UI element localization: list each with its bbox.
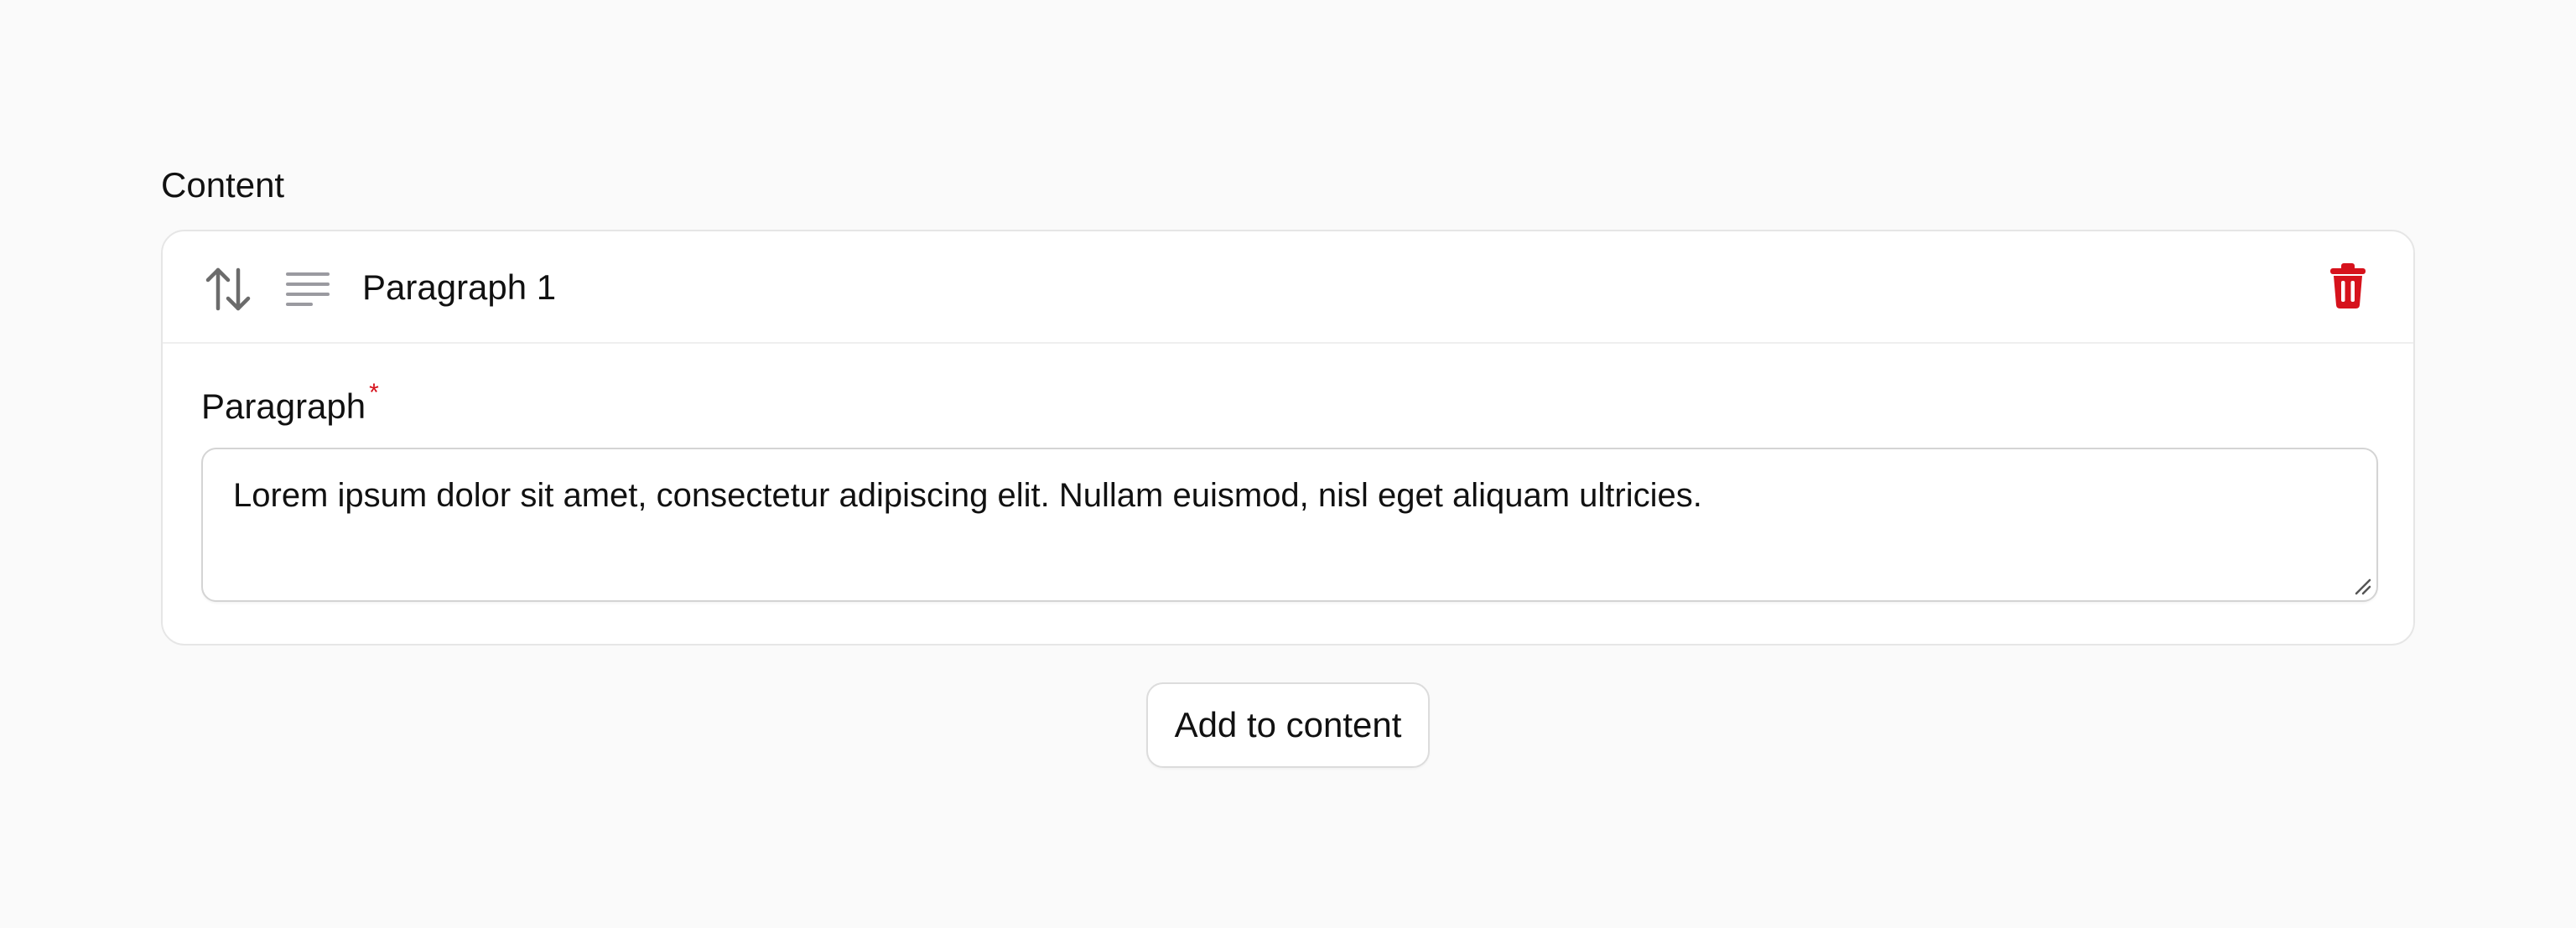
block-header: Paragraph 1 <box>163 231 2413 344</box>
delete-block-button[interactable] <box>2323 262 2373 312</box>
arrows-up-down-icon[interactable] <box>205 267 252 312</box>
required-indicator: * <box>369 379 379 407</box>
resize-grip-icon[interactable] <box>2353 577 2371 595</box>
paragraph-label: Paragraph * <box>201 379 2375 429</box>
align-left-icon <box>285 272 330 307</box>
content-field: Content Paragraph 1 Paragraph * Lorem ip… <box>161 161 2415 768</box>
section-label: Content <box>161 165 285 205</box>
add-row: Add to content <box>161 682 2415 768</box>
add-to-content-button[interactable]: Add to content <box>1145 682 1431 768</box>
paragraph-input[interactable]: Lorem ipsum dolor sit amet, consectetur … <box>201 448 2378 602</box>
block-body: Paragraph * Lorem ipsum dolor sit amet, … <box>163 344 2413 602</box>
trash-icon <box>2329 262 2366 312</box>
block-title: Paragraph 1 <box>362 267 557 307</box>
paragraph-input-wrapper: Lorem ipsum dolor sit amet, consectetur … <box>201 448 2378 602</box>
paragraph-label-text: Paragraph <box>201 386 366 426</box>
block-card: Paragraph 1 Paragraph * Lorem ipsum dolo… <box>161 230 2415 645</box>
